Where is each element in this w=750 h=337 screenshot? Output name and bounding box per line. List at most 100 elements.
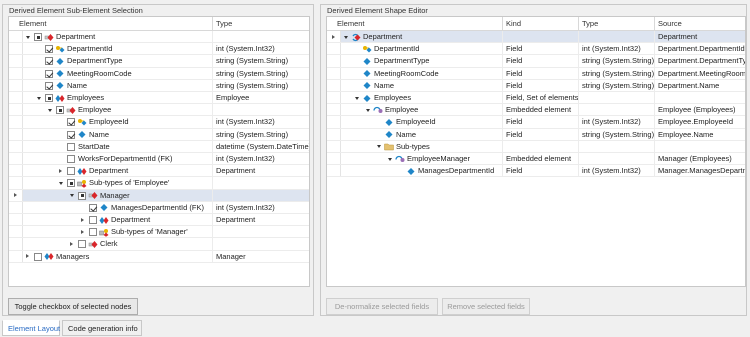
type-cell[interactable]: Department — [213, 165, 309, 176]
element-cell[interactable]: Department — [23, 31, 213, 43]
element-cell[interactable]: Sub-types of 'Employee' — [23, 177, 213, 189]
kind-cell[interactable]: Field — [503, 43, 579, 55]
kind-cell[interactable]: Field — [503, 55, 579, 67]
type-cell[interactable] — [579, 92, 655, 104]
row-indicator[interactable] — [9, 67, 23, 79]
tree-row[interactable]: Manager — [9, 189, 309, 202]
kind-cell[interactable]: Embedded element — [503, 153, 579, 165]
tree-row[interactable]: Sub-types of 'Employee' — [9, 177, 309, 190]
kind-cell[interactable]: Field — [503, 67, 579, 79]
tree-row[interactable]: Department — [9, 31, 309, 44]
row-indicator[interactable] — [327, 116, 341, 128]
shape-row[interactable]: Department Department — [327, 31, 745, 44]
element-cell[interactable]: MeetingRoomCode — [341, 67, 503, 79]
kind-cell[interactable]: Field — [503, 165, 579, 177]
collapse-arrow-icon[interactable] — [344, 35, 348, 39]
element-cell[interactable]: EmployeeId — [23, 116, 213, 128]
node-checkbox[interactable] — [78, 191, 86, 200]
type-cell[interactable] — [213, 31, 309, 42]
collapse-arrow-icon[interactable] — [59, 181, 63, 185]
node-checkbox[interactable] — [56, 106, 64, 115]
element-cell[interactable]: DepartmentId — [23, 43, 213, 55]
node-checkbox[interactable] — [89, 216, 97, 224]
element-cell[interactable]: StartDate — [23, 140, 213, 152]
type-cell[interactable] — [579, 140, 655, 152]
shape-row[interactable]: Name Field string (System.String) Departmen… — [327, 79, 745, 92]
element-cell[interactable]: Name — [341, 79, 503, 91]
tree-row[interactable]: Sub-types of 'Manager' — [9, 226, 309, 239]
tree-row[interactable]: Clerk — [9, 238, 309, 251]
expand-arrow-icon[interactable] — [70, 241, 73, 246]
row-indicator[interactable] — [9, 104, 23, 116]
node-checkbox[interactable] — [34, 33, 42, 41]
source-cell[interactable]: Department.Name — [655, 80, 745, 91]
shape-row[interactable]: EmployeeManager Embedded element Manager (… — [327, 153, 745, 166]
node-checkbox[interactable] — [34, 252, 42, 261]
column-header-kind[interactable]: Kind — [503, 17, 579, 31]
toggle-checkbox-button[interactable]: Toggle checkbox of selected nodes — [8, 298, 138, 315]
row-indicator[interactable] — [9, 116, 23, 128]
element-cell[interactable]: Name — [23, 79, 213, 91]
source-cell[interactable]: Manager (Employees) — [655, 153, 745, 164]
tree-row[interactable]: Namestring (System.String)F — [9, 79, 309, 92]
expand-arrow-icon[interactable] — [59, 168, 62, 173]
type-cell[interactable]: string (System.String) — [213, 55, 309, 66]
source-cell[interactable]: Department.MeetingRoomCode — [655, 68, 745, 79]
column-header-type[interactable]: Type — [579, 17, 655, 31]
element-cell[interactable]: Manager — [23, 189, 213, 201]
collapse-arrow-icon[interactable] — [70, 194, 74, 198]
type-cell[interactable]: string (System.String) — [579, 79, 655, 91]
node-checkbox[interactable] — [45, 94, 53, 102]
expand-arrow-icon[interactable] — [81, 229, 84, 234]
panel-splitter[interactable] — [314, 4, 319, 316]
type-cell[interactable] — [213, 226, 309, 237]
source-cell[interactable]: Department.DepartmentId — [655, 43, 745, 54]
element-cell[interactable]: ManagesDepartmentId — [341, 165, 503, 177]
row-indicator[interactable] — [9, 153, 23, 165]
element-cell[interactable]: Department — [23, 165, 213, 177]
denormalize-fields-button[interactable]: De-normalize selected fields — [326, 298, 438, 315]
tree-row[interactable]: WorksForDepartmentId (FK) int (System.Int… — [9, 153, 309, 166]
element-cell[interactable]: Employees — [341, 92, 503, 104]
kind-cell[interactable]: Field — [503, 128, 579, 140]
element-cell[interactable]: DepartmentId — [341, 43, 503, 55]
row-indicator[interactable] — [9, 79, 23, 91]
row-indicator[interactable] — [9, 92, 23, 104]
type-cell[interactable]: int (System.Int32) — [213, 43, 309, 54]
row-indicator[interactable] — [9, 226, 23, 238]
row-indicator[interactable] — [327, 153, 341, 165]
row-indicator[interactable] — [9, 238, 23, 250]
row-indicator[interactable] — [327, 67, 341, 79]
column-header-element[interactable]: Element — [9, 17, 213, 31]
shape-row[interactable]: EmployeeId Field int (System.Int32) Employe… — [327, 116, 745, 129]
source-cell[interactable] — [655, 92, 745, 103]
type-cell[interactable]: int (System.Int32) — [579, 43, 655, 55]
row-indicator[interactable] — [9, 165, 23, 177]
row-indicator[interactable] — [9, 214, 23, 226]
node-checkbox[interactable] — [89, 203, 97, 212]
tree-row[interactable]: EmployeesEmployeeM — [9, 92, 309, 105]
row-indicator[interactable] — [9, 177, 23, 189]
tree-row[interactable]: MeetingRoomCodestring (System.String)F — [9, 67, 309, 80]
element-cell[interactable]: DepartmentType — [341, 55, 503, 67]
column-header-type[interactable]: Type — [213, 17, 309, 31]
shape-row[interactable]: Employees Field, Set of elements — [327, 92, 745, 105]
source-cell[interactable] — [655, 141, 745, 152]
row-indicator[interactable] — [327, 55, 341, 67]
type-cell[interactable]: string (System.String) — [579, 67, 655, 79]
type-cell[interactable]: string (System.String) — [579, 128, 655, 140]
tree-row[interactable]: DepartmentIdint (System.Int32)F — [9, 43, 309, 56]
shape-row[interactable]: Sub-types — [327, 140, 745, 153]
node-checkbox[interactable] — [67, 130, 75, 139]
kind-cell[interactable] — [503, 31, 579, 43]
row-indicator[interactable] — [327, 165, 341, 177]
node-checkbox[interactable] — [45, 69, 53, 78]
node-checkbox[interactable] — [45, 57, 53, 66]
expand-arrow-icon[interactable] — [26, 254, 29, 259]
source-cell[interactable]: Manager.ManagesDepartmentId — [655, 165, 745, 176]
kind-cell[interactable]: Embedded element — [503, 104, 579, 116]
element-cell[interactable]: Sub-types — [341, 140, 503, 152]
row-indicator[interactable] — [9, 189, 23, 201]
row-indicator[interactable] — [327, 104, 341, 116]
type-cell[interactable]: string (System.String) — [213, 80, 309, 91]
